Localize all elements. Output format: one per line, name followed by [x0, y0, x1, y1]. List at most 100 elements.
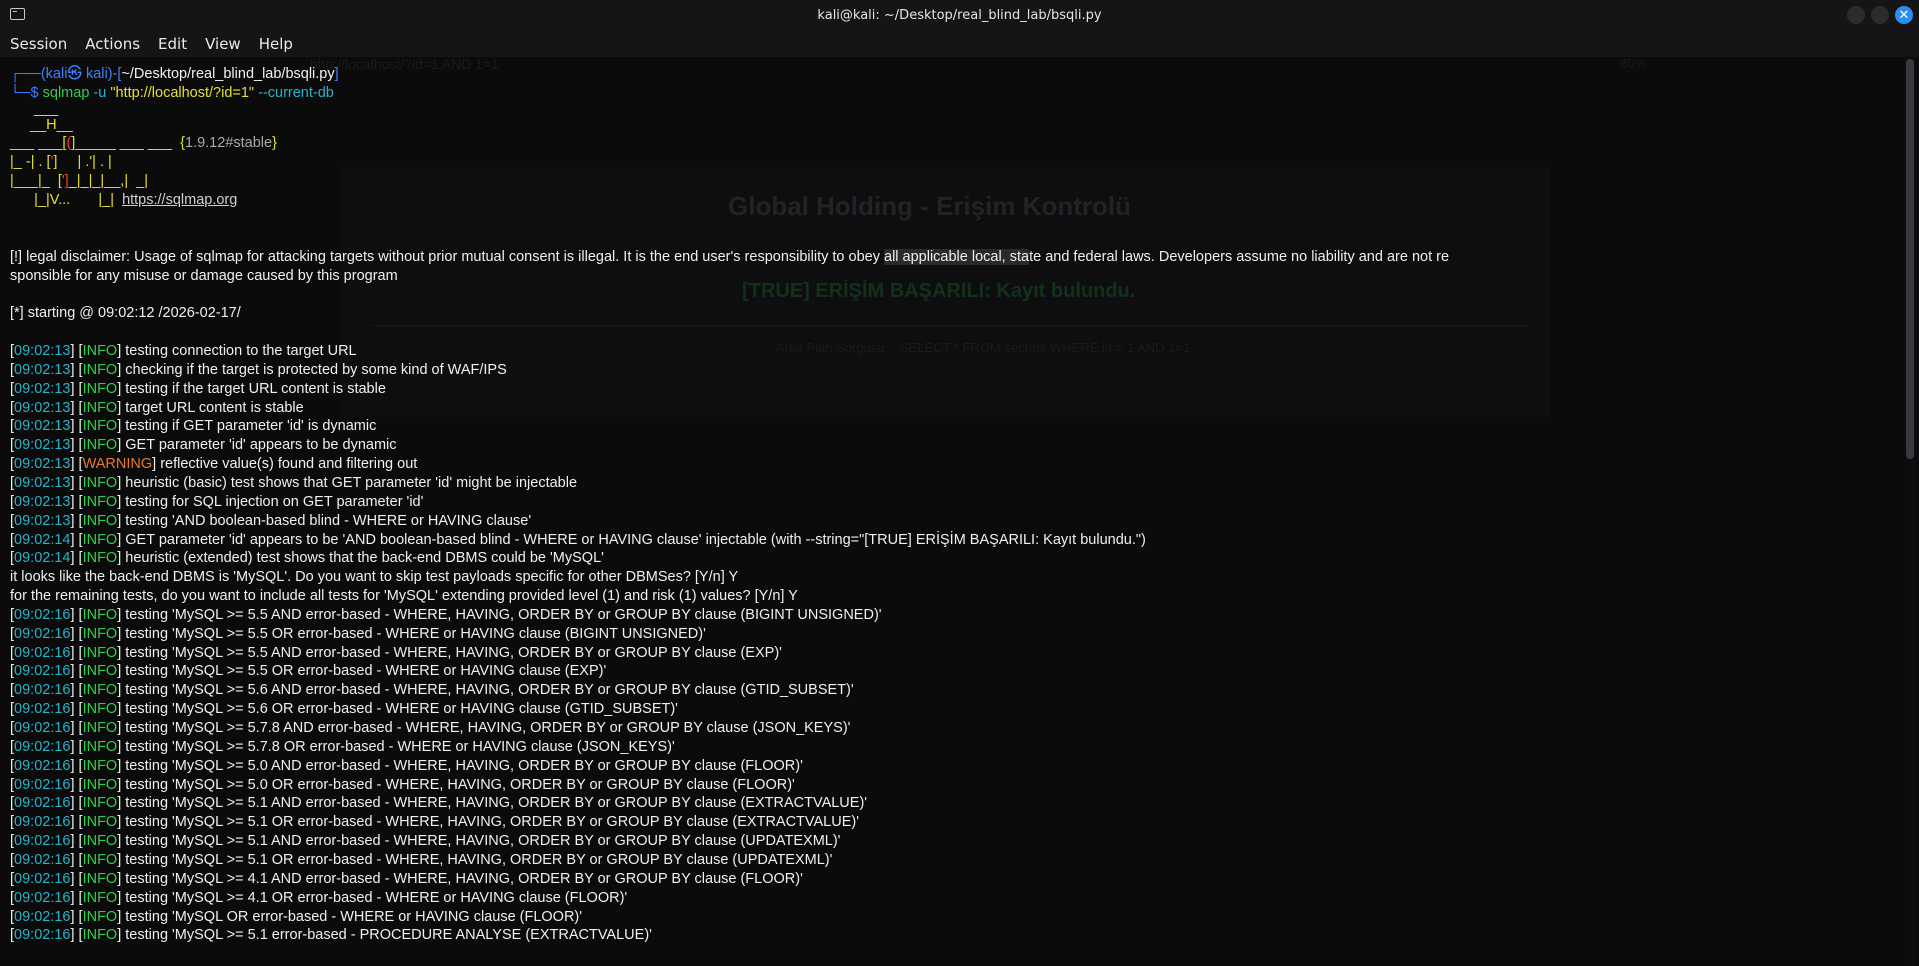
- log-level: INFO: [82, 531, 118, 548]
- log-message: testing 'MySQL OR error-based - WHERE or…: [125, 908, 583, 925]
- log-time: 09:02:16: [14, 757, 71, 774]
- log-line: [09:02:16] [INFO] testing 'MySQL >= 4.1 …: [10, 889, 628, 906]
- banner-part: ] | .'| . |: [53, 154, 112, 170]
- log-message: reflective value(s) found and filtering …: [160, 456, 418, 473]
- log-level: INFO: [82, 682, 118, 699]
- banner-part: |___|_ [: [10, 173, 62, 189]
- banner-part: |_ -| . [: [10, 154, 51, 170]
- terminal-scrollbar[interactable]: [1904, 57, 1916, 966]
- sqlmap-link[interactable]: https://sqlmap.org: [122, 192, 237, 208]
- log-time: 09:02:16: [14, 889, 71, 906]
- log-message: testing 'MySQL >= 4.1 OR error-based - W…: [125, 889, 628, 906]
- disclaimer-text: te and federal laws. Developers assume n…: [1029, 249, 1450, 265]
- ghost-browser-panel: [340, 167, 1550, 417]
- log-message: checking if the target is protected by s…: [125, 361, 507, 378]
- menu-view[interactable]: View: [205, 35, 241, 53]
- log-line: [09:02:16] [INFO] testing 'MySQL >= 5.6 …: [10, 682, 854, 699]
- prompt-path: ~/Desktop/real_blind_lab/bsqli.py: [121, 66, 335, 82]
- log-level: INFO: [82, 776, 118, 793]
- terminal-output[interactable]: http://localhost/?id=1 AND 1=1 80% Globa…: [0, 57, 1900, 966]
- selected-text: all applicable local, sta: [884, 249, 1030, 265]
- log-level: INFO: [82, 833, 118, 850]
- banner-part: ___ ___[: [10, 135, 67, 151]
- log-time: 09:02:16: [14, 644, 71, 661]
- log-line: [09:02:13] [WARNING] reflective value(s)…: [10, 456, 418, 473]
- log-message: testing for SQL injection on GET paramet…: [125, 493, 424, 510]
- log-message: testing 'MySQL >= 5.1 error-based - PROC…: [125, 927, 652, 944]
- log-time: 09:02:16: [14, 908, 71, 925]
- disclaimer-text: [!] legal disclaimer: Usage of sqlmap fo…: [10, 249, 884, 265]
- log-time: 09:02:14: [14, 550, 71, 567]
- log-message: testing 'MySQL >= 5.5 OR error-based - W…: [125, 663, 607, 680]
- log-line: [09:02:16] [INFO] testing 'MySQL >= 5.5 …: [10, 625, 706, 642]
- log-level: INFO: [82, 757, 118, 774]
- cmd-flag: -u: [93, 85, 107, 101]
- log-time: 09:02:13: [14, 380, 71, 397]
- log-line: [09:02:13] [INFO] target URL content is …: [10, 399, 304, 416]
- log-level: INFO: [82, 625, 118, 642]
- log-time: 09:02:16: [14, 606, 71, 623]
- banner-line-6: |_|V... |_| https://sqlmap.org: [10, 191, 237, 210]
- starting-line: [*] starting @ 09:02:12 /2026-02-17/: [10, 305, 241, 321]
- scrollbar-thumb[interactable]: [1906, 59, 1914, 459]
- log-level: INFO: [82, 701, 118, 718]
- minimize-button[interactable]: [1847, 6, 1865, 24]
- prompt-host: kali: [85, 66, 108, 82]
- log-time: 09:02:16: [14, 851, 71, 868]
- log-time: 09:02:13: [14, 418, 71, 435]
- log-line: [09:02:16] [INFO] testing 'MySQL >= 5.7.…: [10, 720, 851, 736]
- banner-line-5: |___|_ [']_|_|_|__,| _|: [10, 172, 148, 191]
- log-line: [09:02:16] [INFO] testing 'MySQL >= 5.1 …: [10, 927, 652, 944]
- banner-line-3: ___ ___[(]_____ ___ ___ {1.9.12#stable}: [10, 134, 277, 153]
- log-time: 09:02:16: [14, 701, 71, 718]
- log-line: [09:02:13] [INFO] testing if the target …: [10, 380, 386, 397]
- log-line: [09:02:16] [INFO] testing 'MySQL >= 5.1 …: [10, 833, 841, 850]
- prompt-question: it looks like the back-end DBMS is 'MySQ…: [10, 569, 739, 586]
- cmd-url: "http://localhost/?id=1": [110, 85, 255, 101]
- log-line: [09:02:14] [INFO] GET parameter 'id' app…: [10, 531, 1146, 548]
- log-message: target URL content is stable: [125, 399, 304, 416]
- log-message: testing 'MySQL >= 5.1 OR error-based - W…: [125, 851, 833, 868]
- menu-bar: Session Actions Edit View Help: [0, 30, 1919, 57]
- log-line: [09:02:16] [INFO] testing 'MySQL >= 5.5 …: [10, 644, 782, 661]
- ghost-zoom: 80%: [1620, 57, 1647, 71]
- log-level: INFO: [82, 795, 118, 812]
- log-level: INFO: [82, 851, 118, 868]
- maximize-button[interactable]: [1871, 6, 1889, 24]
- sqlmap-version: 1.9.12#stable: [185, 135, 273, 151]
- log-message: testing 'MySQL >= 5.7.8 OR error-based -…: [125, 738, 675, 755]
- banner-part: |_|V... |_|: [10, 192, 114, 208]
- disclaimer-line-2: sponsible for any misuse or damage cause…: [10, 268, 398, 284]
- menu-help[interactable]: Help: [259, 35, 293, 53]
- log-level: INFO: [82, 889, 118, 906]
- window-title: kali@kali: ~/Desktop/real_blind_lab/bsql…: [817, 7, 1102, 23]
- log-level: INFO: [82, 343, 118, 359]
- close-button[interactable]: ✕: [1895, 6, 1913, 24]
- log-line: [09:02:14] [INFO] heuristic (extended) t…: [10, 550, 604, 567]
- log-level: INFO: [82, 663, 118, 680]
- log-message: testing 'MySQL >= 5.0 AND error-based - …: [125, 757, 803, 774]
- log-message: testing 'AND boolean-based blind - WHERE…: [125, 512, 532, 529]
- log-level: INFO: [82, 493, 118, 510]
- log-level: INFO: [82, 927, 118, 944]
- log-line: [09:02:16] [INFO] testing 'MySQL >= 5.1 …: [10, 795, 868, 812]
- cmd-name: sqlmap: [42, 85, 90, 101]
- log-level: INFO: [82, 474, 118, 491]
- log-time: 09:02:13: [14, 437, 71, 454]
- log-time: 09:02:16: [14, 682, 71, 699]
- menu-session[interactable]: Session: [10, 35, 67, 53]
- cmd-option: --current-db: [258, 85, 334, 101]
- log-line: [09:02:16] [INFO] testing 'MySQL >= 5.6 …: [10, 701, 678, 718]
- log-line: [09:02:16] [INFO] testing 'MySQL >= 4.1 …: [10, 870, 803, 887]
- log-level: INFO: [82, 720, 118, 736]
- log-time: 09:02:13: [14, 512, 71, 529]
- log-line: [09:02:13] [INFO] testing if GET paramet…: [10, 418, 377, 435]
- banner-part: ']: [61, 173, 69, 189]
- log-message: testing 'MySQL >= 5.1 AND error-based - …: [125, 795, 868, 812]
- log-message: testing 'MySQL >= 5.5 AND error-based - …: [125, 606, 882, 623]
- log-level: INFO: [82, 738, 118, 755]
- log-time: 09:02:16: [14, 738, 71, 755]
- menu-actions[interactable]: Actions: [85, 35, 140, 53]
- menu-edit[interactable]: Edit: [158, 35, 187, 53]
- log-time: 09:02:16: [14, 833, 71, 850]
